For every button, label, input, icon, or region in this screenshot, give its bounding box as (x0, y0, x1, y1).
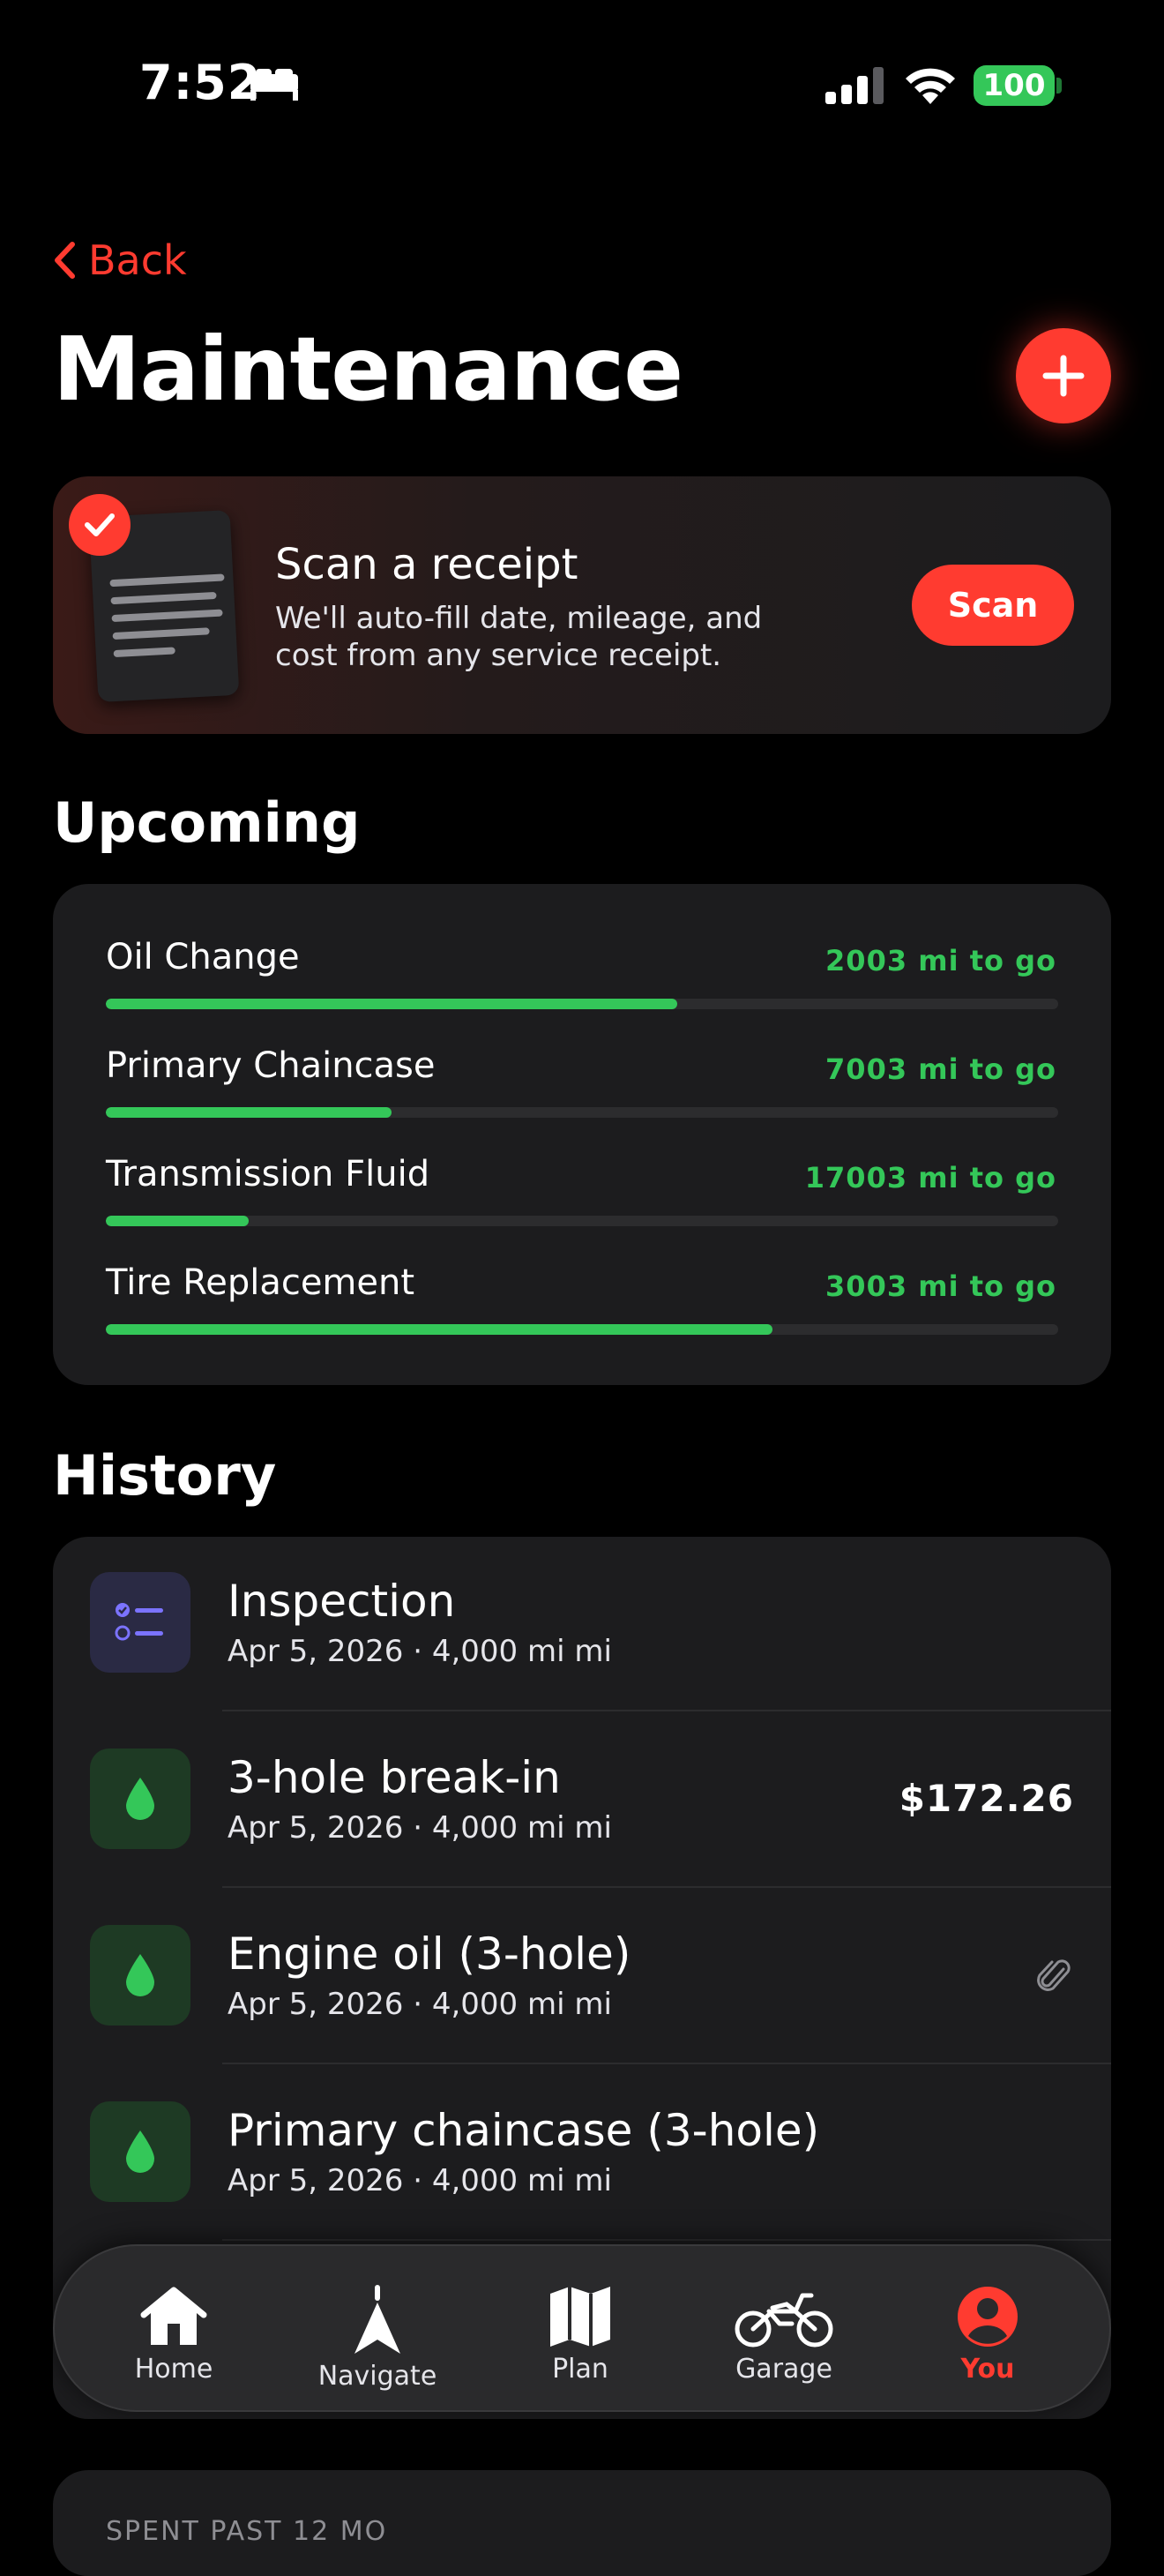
upcoming-progress-track (106, 1107, 1058, 1118)
bed-icon (250, 69, 298, 101)
history-item-title: Engine oil (3-hole) (228, 1928, 631, 1980)
upcoming-item-name: Oil Change (106, 937, 300, 977)
upcoming-item-name: Tire Replacement (106, 1262, 415, 1303)
tab-label: You (960, 2354, 1015, 2385)
upcoming-item-name: Transmission Fluid (106, 1154, 430, 1194)
row-divider (222, 2239, 1111, 2241)
map-icon (550, 2287, 610, 2347)
tab-label: Garage (735, 2354, 832, 2385)
status-time: 7:52 (139, 55, 262, 110)
history-item-subtitle: Apr 5, 2026 · 4,000 mi mi (228, 1810, 612, 1846)
upcoming-heading: Upcoming (53, 790, 361, 855)
scan-card-description: We'll auto-fill date, mileage, and cost … (275, 601, 763, 673)
scan-card-title: Scan a receipt (275, 540, 578, 589)
house-icon (140, 2287, 207, 2345)
upcoming-item-remaining: 3003 mi to go (825, 1269, 1056, 1303)
scan-button[interactable]: Scan (912, 565, 1074, 646)
checklist-icon (90, 1572, 190, 1673)
motorcycle-icon (735, 2293, 833, 2348)
person-icon (958, 2287, 1018, 2347)
upcoming-progress-track (106, 999, 1058, 1009)
tab-label: Plan (552, 2354, 608, 2385)
tab-plan[interactable]: Plan (501, 2285, 660, 2385)
checkmark-icon (69, 494, 131, 556)
add-record-button[interactable] (1016, 328, 1111, 423)
tab-navigate[interactable]: Navigate (298, 2285, 457, 2392)
upcoming-progress-track (106, 1216, 1058, 1226)
oil-drop-icon (90, 2101, 190, 2202)
oil-drop-icon (90, 1749, 190, 1849)
upcoming-item-name: Primary Chaincase (106, 1045, 436, 1086)
plus-icon (1042, 355, 1085, 397)
history-item-subtitle: Apr 5, 2026 · 4,000 mi mi (228, 1987, 612, 2022)
back-button[interactable]: Back (53, 236, 187, 284)
history-item-title: Inspection (228, 1576, 456, 1627)
history-row[interactable] (53, 1537, 1111, 1711)
upcoming-item-remaining: 17003 mi to go (804, 1161, 1056, 1194)
oil-drop-icon (90, 1925, 190, 2026)
page-title: Maintenance (53, 318, 683, 421)
history-item-subtitle: Apr 5, 2026 · 4,000 mi mi (228, 2163, 612, 2198)
navigate-arrow-icon (354, 2285, 400, 2354)
tab-home[interactable]: Home (94, 2285, 253, 2385)
battery-indicator: 100 (974, 65, 1055, 106)
upcoming-progress-fill (106, 999, 677, 1009)
wifi-icon (906, 68, 955, 104)
upcoming-progress-fill (106, 1324, 772, 1335)
battery-tip (1056, 78, 1062, 94)
tab-label: Home (134, 2354, 213, 2385)
signal-icon (825, 67, 884, 104)
upcoming-item-remaining: 2003 mi to go (825, 944, 1056, 977)
history-item-cost: $172.26 (899, 1777, 1074, 1820)
tab-garage[interactable]: Garage (705, 2285, 863, 2385)
back-label: Back (88, 236, 187, 284)
history-item-subtitle: Apr 5, 2026 · 4,000 mi mi (228, 1634, 612, 1669)
tab-label: Navigate (317, 2361, 437, 2392)
tab-you[interactable]: You (908, 2285, 1067, 2385)
upcoming-item-remaining: 7003 mi to go (825, 1052, 1056, 1086)
paperclip-icon (1037, 1959, 1071, 1991)
chevron-left-icon (55, 242, 75, 279)
upcoming-progress-fill (106, 1107, 392, 1118)
upcoming-progress-track (106, 1324, 1058, 1335)
history-item-title: Primary chaincase (3-hole) (228, 2105, 820, 2156)
spending-card-heading: SPENT PAST 12 MO (106, 2516, 388, 2547)
upcoming-progress-fill (106, 1216, 249, 1226)
history-heading: History (53, 1443, 277, 1508)
history-item-title: 3-hole break-in (228, 1752, 561, 1803)
